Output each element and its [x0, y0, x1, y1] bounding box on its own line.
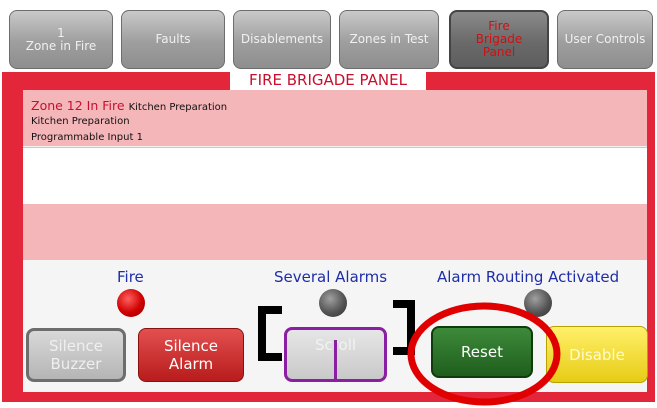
scroll-divider — [334, 340, 337, 382]
tab-fbp-line3: Panel — [482, 45, 516, 59]
event-location: Kitchen Preparation — [31, 116, 130, 127]
event-zone-desc: Kitchen Preparation — [128, 102, 228, 113]
several-alarms-led-icon — [319, 289, 347, 317]
silence-buzzer-line1: Silence — [48, 337, 104, 355]
tab-faults[interactable]: Faults — [121, 10, 225, 69]
event-zone: Zone 12 In Fire — [31, 98, 125, 113]
tab-zones-in-test-label: Zones in Test — [349, 32, 429, 46]
fire-led-icon — [117, 289, 145, 317]
tab-fire-brigade-panel[interactable]: Fire Brigade Panel — [449, 10, 549, 69]
tab-bar: 1 Zone in Fire Faults Disablements Zones… — [0, 0, 657, 72]
tab-zones-in-test[interactable]: Zones in Test — [339, 10, 439, 69]
several-alarms-label: Several Alarms — [274, 268, 388, 286]
highlight-ring-icon — [407, 302, 561, 406]
panel-title: FIRE BRIGADE PANEL — [230, 70, 426, 90]
event-input: Programmable Input 1 — [31, 132, 143, 143]
alarm-routing-label: Alarm Routing Activated — [437, 268, 620, 286]
left-bracket-top — [258, 306, 282, 314]
silence-alarm-line1: Silence — [163, 337, 219, 355]
tab-user-controls-label: User Controls — [564, 32, 646, 46]
event-entry[interactable]: Zone 12 In Fire Kitchen Preparation Kitch… — [23, 90, 647, 147]
tab-zone-in-fire-label: Zone in Fire — [25, 38, 97, 53]
disable-label: Disable — [569, 345, 625, 364]
event-zone-line: Zone 12 In Fire Kitchen Preparation — [31, 98, 227, 113]
silence-buzzer-line2: Buzzer — [50, 355, 102, 373]
tab-faults-label: Faults — [155, 32, 191, 46]
tab-disablements[interactable]: Disablements — [233, 10, 331, 69]
silence-alarm-button[interactable]: Silence Alarm — [138, 328, 244, 382]
event-list-empty-row — [23, 148, 647, 204]
silence-alarm-line2: Alarm — [168, 355, 214, 373]
tab-disablements-label: Disablements — [240, 32, 324, 46]
left-bracket-bottom — [258, 353, 282, 361]
silence-buzzer-button[interactable]: Silence Buzzer — [26, 328, 126, 382]
tab-zone-in-fire-count: 1 — [57, 25, 65, 40]
tab-user-controls[interactable]: User Controls — [557, 10, 653, 69]
tab-zone-in-fire[interactable]: 1 Zone in Fire — [9, 10, 113, 69]
fire-indicator-label: Fire — [117, 268, 144, 286]
event-list[interactable]: Zone 12 In Fire Kitchen Preparation Kitch… — [23, 90, 647, 260]
